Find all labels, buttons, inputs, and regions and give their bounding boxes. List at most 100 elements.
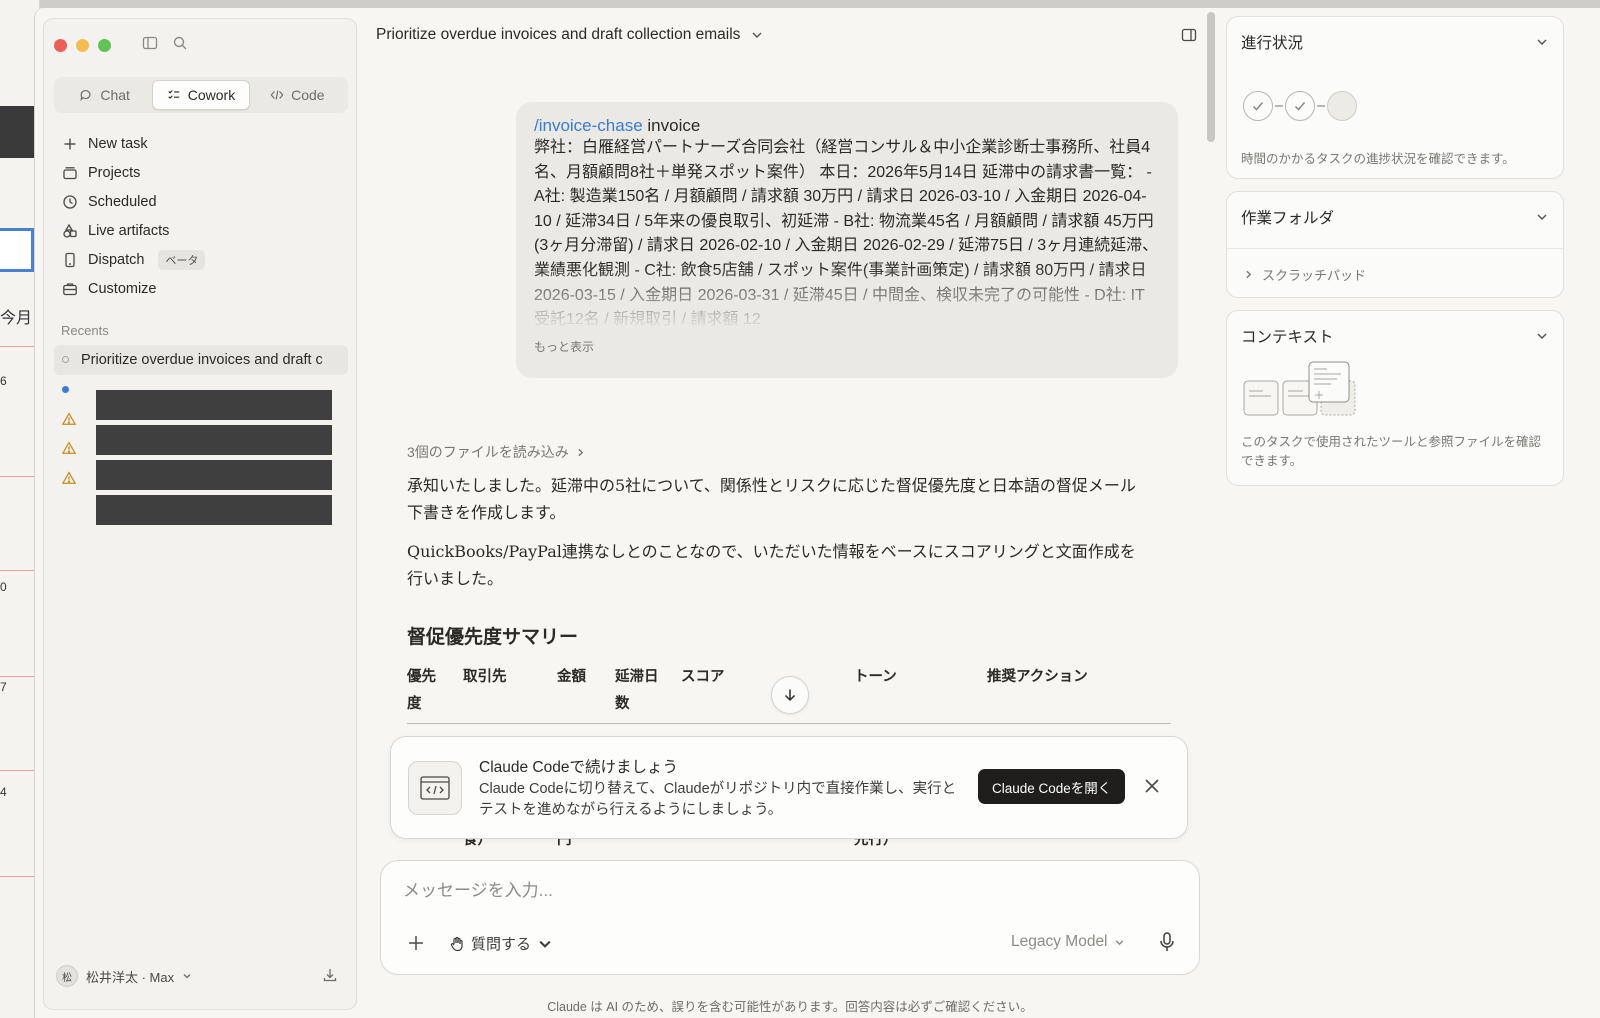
download-icon[interactable] <box>322 967 338 983</box>
card-description: 時間のかかるタスクの進捗状況を確認できます。 <box>1241 152 1515 166</box>
sidebar-item-scheduled[interactable]: Scheduled <box>54 187 348 216</box>
user-menu[interactable]: 松 松井洋太 · Max <box>56 965 192 987</box>
projects-icon <box>63 166 77 179</box>
open-claude-code-button[interactable]: Claude Codeを開く <box>978 769 1126 804</box>
table-header-cell: 金額 <box>557 669 586 685</box>
user-name: 松井洋太 · Max <box>86 969 175 985</box>
background-app-label: 4 <box>0 785 7 799</box>
scratchpad-label: スクラッチパッド <box>1262 268 1367 283</box>
checkmark-icon <box>1294 102 1306 111</box>
tab-code[interactable]: Code <box>250 80 345 110</box>
clock-icon <box>63 194 77 209</box>
section-heading: 督促優先度サマリー <box>407 627 579 648</box>
zoom-window-button[interactable] <box>98 39 111 52</box>
slash-command: /invoice-chase invoice <box>534 116 1160 136</box>
promo-description: Claude Codeに切り替えて、Claudeがリポジトリ内で直接作業し、実行… <box>479 781 957 818</box>
slash-command-name[interactable]: /invoice-chase <box>534 116 643 135</box>
user-message-body: 弊社：白雁経営パートナーズ合同会社（経営コンサル＆中小企業診断士事務所、社員4名… <box>534 136 1160 336</box>
plus-icon[interactable] <box>406 933 426 953</box>
sidebar-item-dispatch[interactable]: Dispatch ベータ <box>54 245 348 274</box>
sidebar-item-projects[interactable]: Projects <box>54 158 348 187</box>
redacted-block <box>96 495 332 525</box>
divider <box>1227 248 1563 249</box>
grid-line <box>0 570 36 571</box>
grid-line <box>0 876 36 877</box>
context-card: コンテキスト このタスクで使用されたツールと参照ファイルを確認できます。 <box>1226 310 1564 486</box>
table-header-cell: 延滞日数 <box>615 669 659 712</box>
progress-card: 進行状況 時間のかかるタスクの進捗状況を確認できます。 <box>1226 16 1564 179</box>
message-input[interactable] <box>403 881 1103 901</box>
sidebar-item-label: Projects <box>88 164 141 181</box>
sidebar-item-label: New task <box>88 135 148 152</box>
warning-icon <box>62 441 76 455</box>
artifacts-icon <box>63 223 77 238</box>
grid-line <box>0 676 36 677</box>
card-title: コンテキスト <box>1241 329 1334 346</box>
page-title: Prioritize overdue invoices and draft co… <box>376 26 741 43</box>
sidebar-toggle-icon[interactable] <box>142 35 158 51</box>
microphone-icon[interactable] <box>1157 931 1177 953</box>
close-icon[interactable] <box>1143 777 1161 795</box>
cowork-icon <box>168 90 179 99</box>
table-header-cell: スコア <box>681 669 725 685</box>
text-fade <box>318 345 348 375</box>
window-controls <box>54 39 111 52</box>
chat-bubble-icon <box>80 90 91 102</box>
grid-line <box>0 476 36 477</box>
redacted-block <box>96 390 332 420</box>
ai-disclaimer: Claude は AI のため、誤りを含む可能性があります。回答内容は必ずご確認… <box>547 1000 1033 1014</box>
tab-cowork[interactable]: Cowork <box>152 80 250 110</box>
checkmark-icon <box>1252 102 1264 111</box>
ask-mode-label: 質問する <box>471 936 532 953</box>
sidebar-item-label: Live artifacts <box>88 222 170 239</box>
message-composer: 質問する Legacy Model <box>380 860 1200 975</box>
claude-code-promo: Claude Codeで続けましょう Claude Codeに切り替えて、Cla… <box>390 736 1188 839</box>
tab-label: Code <box>291 87 325 103</box>
ask-mode-dropdown[interactable]: 質問する <box>449 933 553 954</box>
sidebar-item-live-artifacts[interactable]: Live artifacts <box>54 216 348 245</box>
files-read-toggle[interactable]: 3個のファイルを読み込み <box>407 442 586 462</box>
chevron-down-icon[interactable] <box>1535 35 1549 49</box>
sidebar-toolbar <box>142 35 188 51</box>
scrollbar-thumb[interactable] <box>1207 12 1215 142</box>
recent-item[interactable]: Prioritize overdue invoices and draft c <box>54 345 348 375</box>
step-done <box>1285 91 1315 121</box>
beta-badge: ベータ <box>158 249 206 270</box>
promo-title: Claude Codeで続けましょう <box>479 759 678 776</box>
sidebar: Chat Cowork Code New task Projects Sched… <box>43 18 357 1010</box>
tab-chat[interactable]: Chat <box>57 80 152 110</box>
chat-main: Prioritize overdue invoices and draft co… <box>365 8 1215 1018</box>
sidebar-item-new-task[interactable]: New task <box>54 129 348 158</box>
phone-icon <box>65 252 75 267</box>
search-icon[interactable] <box>172 35 188 51</box>
card-title: 作業フォルダ <box>1241 210 1335 227</box>
sidebar-nav: New task Projects Scheduled Live artifac… <box>54 129 348 303</box>
table-header-cell: トーン <box>854 669 897 685</box>
close-window-button[interactable] <box>54 39 67 52</box>
assistant-paragraph: QuickBooks/PayPal連携なしとのことなので、いただいた情報をベース… <box>407 542 1136 588</box>
chevron-down-icon <box>183 974 191 979</box>
chevron-down-icon[interactable] <box>1535 329 1549 343</box>
chevron-down-icon[interactable] <box>1535 210 1549 224</box>
scratchpad-item[interactable]: スクラッチパッド <box>1243 265 1366 284</box>
sidebar-item-customize[interactable]: Customize <box>54 274 348 303</box>
context-files-illustration-icon <box>1243 361 1356 416</box>
status-dot <box>62 356 69 364</box>
model-selector[interactable]: Legacy Model <box>1011 933 1125 951</box>
chevron-right-icon <box>578 448 583 456</box>
mode-tabs: Chat Cowork Code <box>54 77 348 113</box>
minimize-window-button[interactable] <box>76 39 89 52</box>
briefcase-icon <box>63 282 77 295</box>
assistant-paragraph: 承知いたしました。延滞中の5社について、関係性とリスクに応じた督促優先度と日本語… <box>407 476 1136 522</box>
working-folder-card: 作業フォルダ スクラッチパッド <box>1226 191 1564 298</box>
scroll-to-bottom-button[interactable] <box>771 676 809 714</box>
chat-title-dropdown[interactable]: Prioritize overdue invoices and draft co… <box>376 26 764 44</box>
grid-line <box>0 770 36 771</box>
right-panel-toggle-icon[interactable] <box>1181 27 1197 43</box>
tab-label: Chat <box>100 87 130 103</box>
table-header-cell: 取引先 <box>463 669 507 685</box>
card-description: このタスクで使用されたツールと参照ファイルを確認できます。 <box>1241 435 1542 468</box>
show-more-link[interactable]: もっと表示 <box>534 338 1160 355</box>
redacted-block <box>96 460 332 490</box>
redacted-block <box>96 425 332 455</box>
